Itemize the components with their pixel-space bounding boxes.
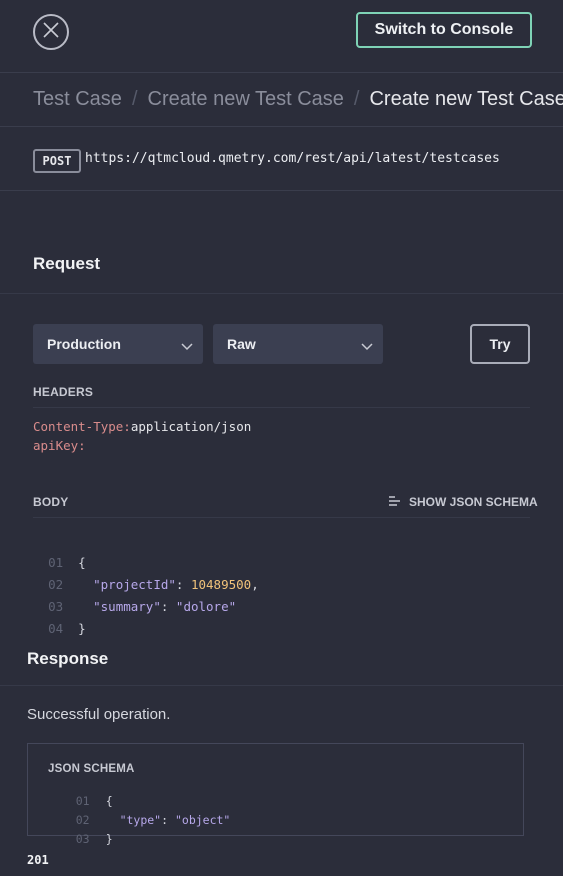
schema-code-line: 03}: [48, 818, 113, 860]
breadcrumb-separator: /: [353, 88, 360, 110]
close-icon: [42, 21, 60, 44]
json-schema-label: JSON SCHEMA: [48, 763, 135, 775]
breadcrumb-separator: /: [131, 88, 138, 110]
line-number: 03: [75, 832, 90, 846]
endpoint-row: POST https://qtmcloud.qmetry.com/rest/ap…: [0, 128, 563, 191]
header-key: Content-Type:: [33, 419, 131, 434]
endpoint-url: https://qtmcloud.qmetry.com/rest/api/lat…: [85, 151, 500, 166]
header-content-type: Content-Type:application/json: [33, 419, 251, 434]
line-number: 04: [48, 621, 64, 636]
body-code-line: 04}: [33, 606, 86, 636]
top-bar: Switch to Console: [0, 0, 563, 73]
headers-divider: [33, 407, 530, 408]
json-key: "summary": [93, 599, 161, 614]
switch-to-console-button[interactable]: Switch to Console: [356, 12, 532, 48]
body-label: BODY: [33, 495, 69, 509]
header-value: application/json: [130, 419, 252, 434]
close-button[interactable]: [33, 14, 69, 50]
json-string: "dolore": [175, 599, 237, 614]
response-description: Successful operation.: [27, 706, 171, 723]
method-badge: POST: [33, 149, 81, 173]
try-button[interactable]: Try: [470, 324, 530, 364]
environment-value: Production: [47, 336, 121, 352]
json-colon: :: [161, 813, 175, 827]
response-status-code: 201: [27, 853, 49, 867]
body-divider: [33, 517, 530, 518]
environment-select[interactable]: Production: [33, 324, 203, 364]
json-brace: }: [78, 621, 86, 636]
show-json-schema-label: SHOW JSON SCHEMA: [409, 495, 538, 509]
json-brace: }: [105, 832, 113, 846]
json-colon: :: [160, 599, 176, 614]
body-format-select[interactable]: Raw: [213, 324, 383, 364]
request-title: Request: [33, 254, 101, 273]
chevron-down-icon: [181, 338, 193, 354]
header-api-key: apiKey:: [33, 438, 86, 453]
json-key: "type": [119, 813, 162, 827]
response-schema-box: JSON SCHEMA 01{ 02 "type": "object" 03}: [27, 743, 524, 846]
response-title: Response: [27, 649, 109, 668]
body-format-value: Raw: [227, 336, 256, 352]
header-key: apiKey:: [33, 438, 86, 453]
response-divider: [0, 685, 563, 686]
headers-label: HEADERS: [33, 385, 94, 399]
show-json-schema-link[interactable]: SHOW JSON SCHEMA: [388, 494, 538, 510]
schema-list-icon: [388, 495, 401, 510]
breadcrumb-item-create[interactable]: Create new Test Case: [148, 88, 344, 111]
request-divider: [0, 293, 563, 294]
json-comma: ,: [251, 577, 259, 592]
json-string: "object": [174, 813, 231, 827]
breadcrumb: Test Case / Create new Test Case / Creat…: [0, 73, 563, 127]
breadcrumb-item-test-case[interactable]: Test Case: [33, 88, 122, 111]
breadcrumb-item-current: Create new Test Case: [369, 88, 563, 110]
chevron-down-icon: [361, 338, 373, 354]
